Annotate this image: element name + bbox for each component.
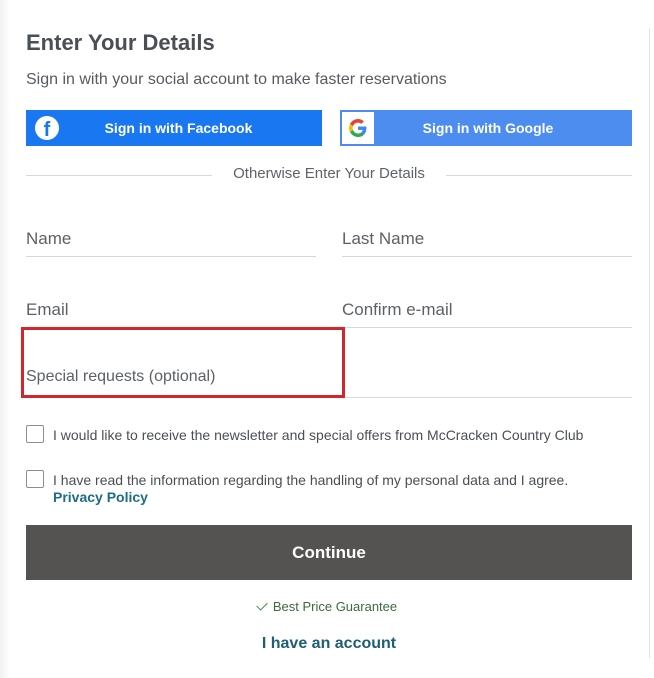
facebook-signin-button[interactable]: f Sign in with Facebook bbox=[26, 110, 322, 146]
form-title: Enter Your Details bbox=[26, 30, 215, 55]
google-icon bbox=[342, 112, 374, 144]
email-field-wrapper bbox=[26, 300, 316, 328]
privacy-label: I have read the information regarding th… bbox=[53, 472, 569, 488]
page-edge-shadow bbox=[0, 0, 10, 678]
divider-text: Otherwise Enter Your Details bbox=[233, 165, 425, 182]
have-account-link[interactable]: I have an account bbox=[0, 635, 654, 653]
continue-button[interactable]: Continue bbox=[26, 525, 632, 580]
name-field-wrapper bbox=[26, 229, 316, 257]
confirm-email-field-wrapper bbox=[342, 300, 632, 328]
special-requests-highlight bbox=[21, 327, 345, 398]
confirm-email-input[interactable] bbox=[342, 300, 632, 320]
newsletter-label: I would like to receive the newsletter a… bbox=[53, 427, 584, 443]
last-name-input[interactable] bbox=[342, 229, 632, 249]
divider-left bbox=[26, 175, 212, 176]
last-name-field-wrapper bbox=[342, 229, 632, 257]
divider-right bbox=[446, 175, 632, 176]
checkmark-icon bbox=[256, 599, 268, 611]
facebook-signin-label: Sign in with Facebook bbox=[104, 120, 253, 136]
google-signin-label: Sign in with Google bbox=[422, 120, 554, 136]
guarantee-text: Best Price Guarantee bbox=[272, 599, 398, 614]
facebook-icon: f bbox=[35, 116, 59, 140]
form-subtitle: Sign in with your social account to make… bbox=[26, 71, 447, 88]
google-signin-button[interactable]: Sign in with Google bbox=[340, 110, 632, 146]
name-input[interactable] bbox=[26, 229, 316, 249]
newsletter-checkbox[interactable] bbox=[26, 425, 44, 443]
best-price-guarantee: Best Price Guarantee bbox=[0, 599, 654, 614]
panel-border bbox=[649, 28, 650, 658]
privacy-policy-link[interactable]: Privacy Policy bbox=[53, 489, 148, 505]
privacy-checkbox[interactable] bbox=[26, 470, 44, 488]
email-input[interactable] bbox=[26, 300, 316, 320]
